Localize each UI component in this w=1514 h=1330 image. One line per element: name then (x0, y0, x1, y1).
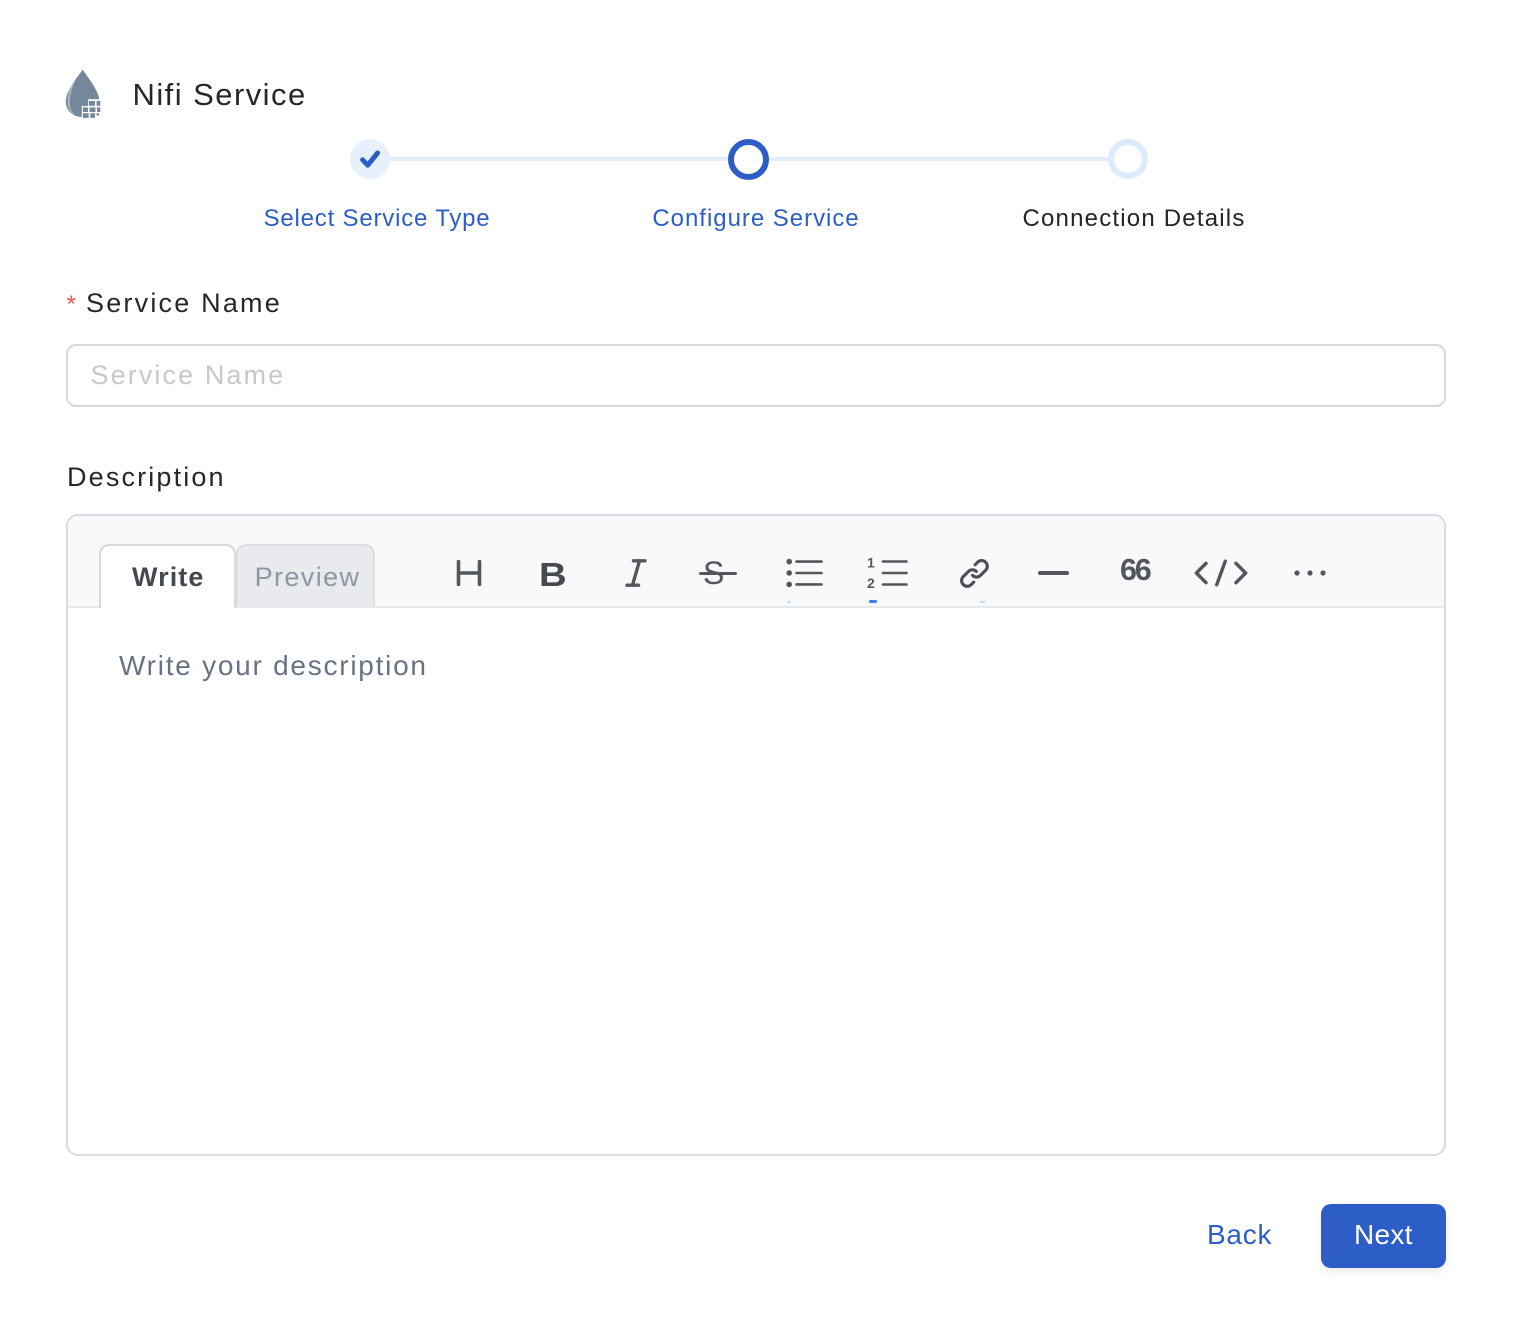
svg-text:2: 2 (867, 575, 875, 590)
svg-text:1: 1 (867, 556, 875, 571)
